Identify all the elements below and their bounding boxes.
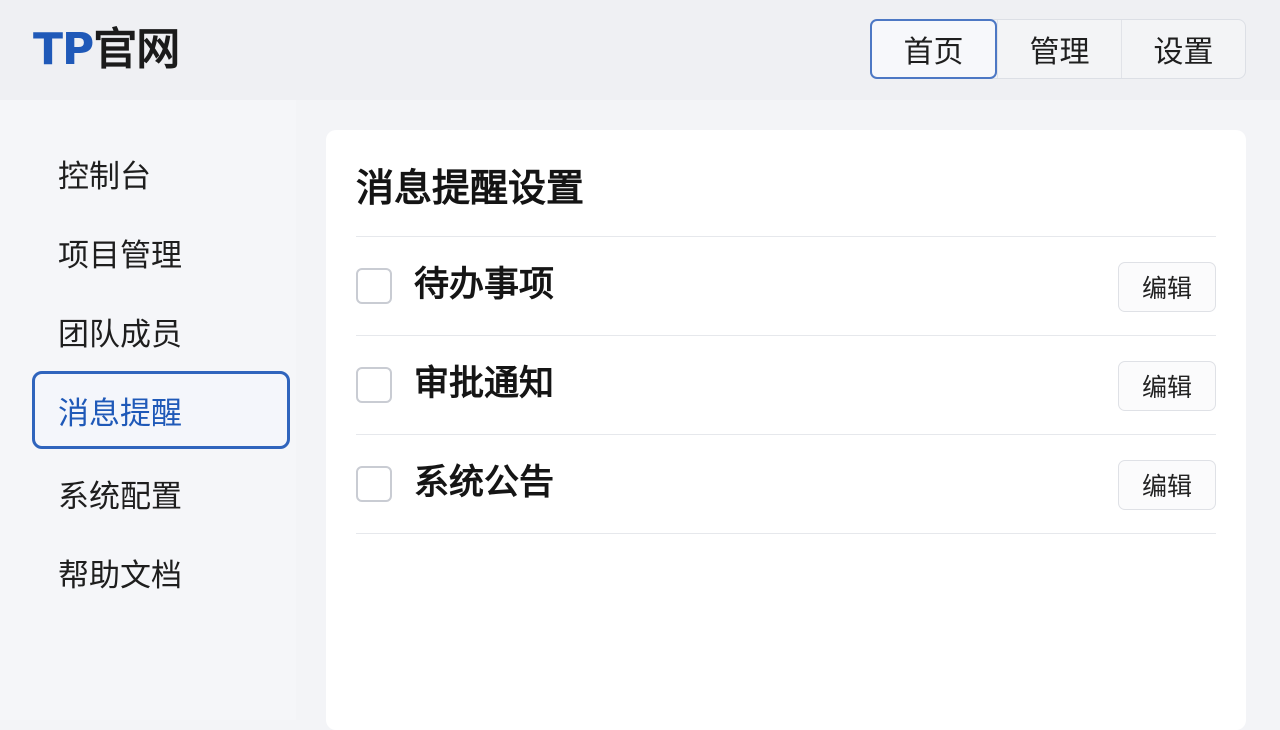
top-header: TP官网 首页 管理 设置 [0,0,1280,100]
site-logo[interactable]: TP官网 [33,22,180,78]
row-label: 系统公告 [414,463,555,503]
announcement-checkbox[interactable] [356,466,392,502]
top-nav: 首页 管理 设置 [870,19,1246,79]
settings-panel: 消息提醒设置 待办事项 编辑 审批通知 编辑 系统公告 编辑 [326,130,1246,730]
row-label: 审批通知 [414,364,555,404]
edit-button[interactable]: 编辑 [1118,361,1216,411]
todo-checkbox[interactable] [356,268,392,304]
divider [356,533,1216,534]
edit-button[interactable]: 编辑 [1118,262,1216,312]
sidebar-item-projects[interactable]: 项目管理 [32,213,290,291]
logo-brand: TP [33,24,94,75]
row-label: 待办事项 [414,265,555,305]
sidebar-item-help-docs[interactable]: 帮助文档 [32,533,290,611]
logo-text: 官网 [93,24,180,75]
sidebar: 控制台 项目管理 团队成员 消息提醒 系统配置 帮助文档 [0,100,296,720]
approval-checkbox[interactable] [356,367,392,403]
sidebar-item-system-config[interactable]: 系统配置 [32,454,290,532]
page-title: 消息提醒设置 [356,166,585,210]
tab-manage[interactable]: 管理 [997,20,1121,78]
list-item: 待办事项 编辑 [356,237,1216,335]
sidebar-item-team[interactable]: 团队成员 [32,292,290,370]
sidebar-item-notifications[interactable]: 消息提醒 [32,371,290,449]
sidebar-item-console[interactable]: 控制台 [32,134,290,212]
tab-settings[interactable]: 设置 [1121,20,1245,78]
list-item: 审批通知 编辑 [356,336,1216,434]
list-item: 系统公告 编辑 [356,435,1216,533]
tab-home[interactable]: 首页 [870,19,997,79]
edit-button[interactable]: 编辑 [1118,460,1216,510]
